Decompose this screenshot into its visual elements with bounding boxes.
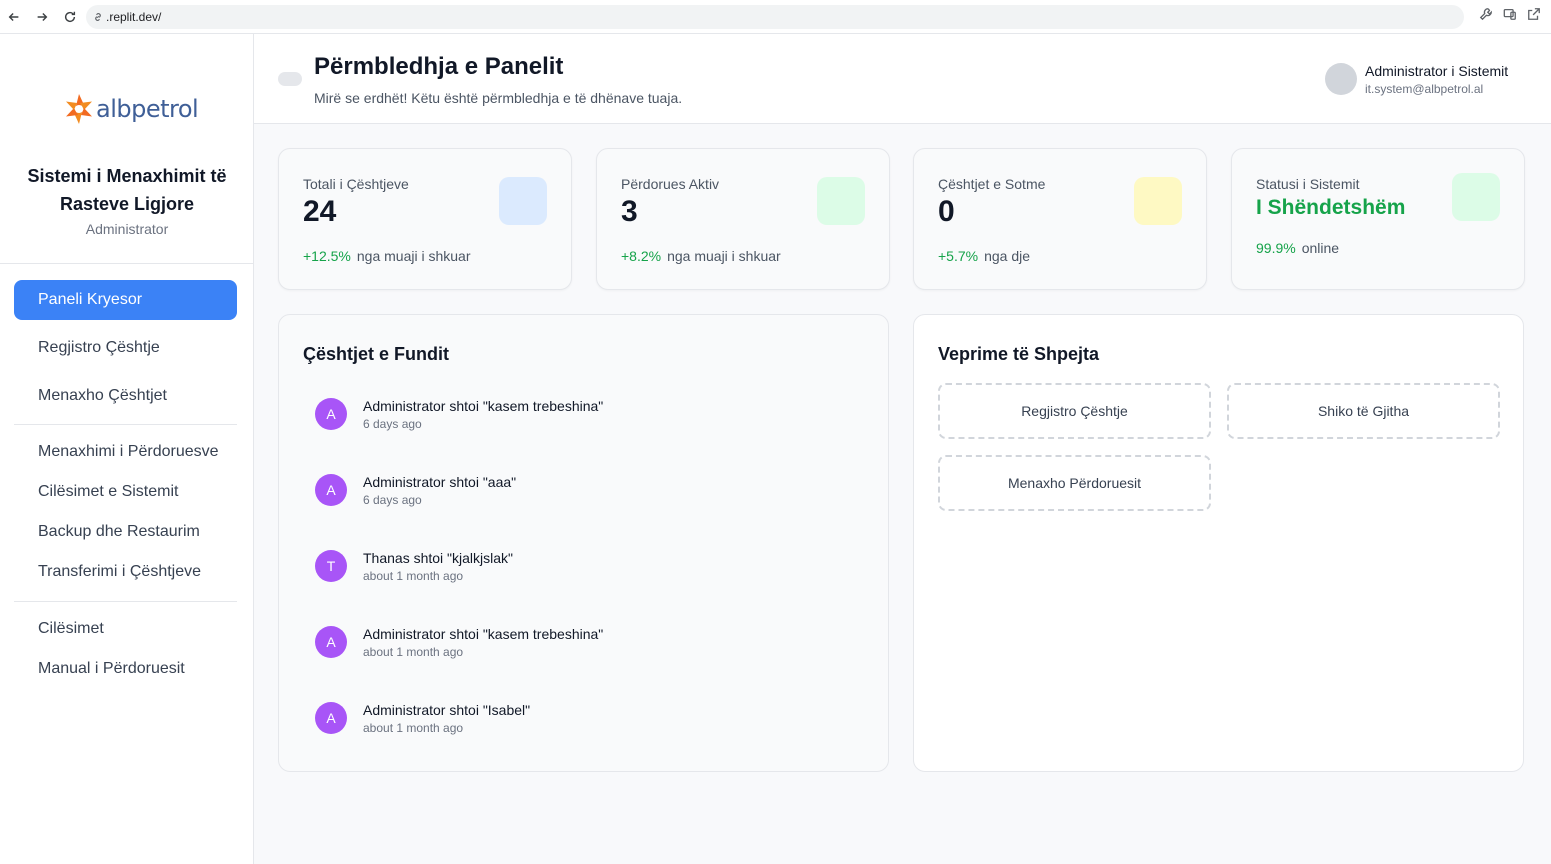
divider <box>14 601 237 602</box>
stat-icon <box>1134 177 1182 225</box>
stat-value: 24 <box>303 195 337 228</box>
open-external-icon[interactable] <box>1527 7 1541 21</box>
stat-card-total-cases: Totali i Çështjeve 24 +12.5% nga muaji i … <box>278 148 572 290</box>
system-title-line1: Sistemi i Menaxhimit të <box>27 166 227 186</box>
activity-text: Administrator shtoi "kasem trebeshina" <box>363 626 604 642</box>
stat-change-value: +8.2% <box>621 248 662 264</box>
sidebar-item-user-management[interactable]: Menaxhimi i Përdoruesve <box>14 432 237 472</box>
stat-label: Çështjet e Sotme <box>938 176 1046 192</box>
recent-cases-panel: Çështjet e Fundit A Administrator shtoi … <box>278 314 889 772</box>
stat-change: 99.9% online <box>1256 240 1339 256</box>
avatar: T <box>315 550 347 582</box>
stat-card-active-users: Përdorues Aktiv 3 +8.2% nga muaji i shkua… <box>596 148 890 290</box>
sidebar-item-register-case[interactable]: Regjistro Çështje <box>14 328 237 368</box>
view-all-button[interactable]: Shiko të Gjitha <box>1227 383 1500 439</box>
logo-text: albpetrol <box>96 95 199 123</box>
sidebar-item-user-manual[interactable]: Manual i Përdoruesit <box>14 649 237 689</box>
sidebar-item-case-transfer[interactable]: Transferimi i Çështjeve <box>14 552 237 592</box>
manage-users-button[interactable]: Menaxho Përdoruesit <box>938 455 1211 511</box>
avatar: A <box>315 474 347 506</box>
stat-change: +12.5% nga muaji i shkuar <box>303 248 471 264</box>
stat-icon <box>1452 173 1500 221</box>
link-icon <box>95 13 101 21</box>
list-item[interactable]: A Administrator shtoi "aaa" 6 days ago <box>303 460 863 520</box>
url-text: .replit.dev/ <box>106 10 162 24</box>
stat-change-text: nga muaji i shkuar <box>356 248 471 264</box>
stat-change-value: 99.9% <box>1256 240 1296 256</box>
avatar: A <box>315 398 347 430</box>
activity-text: Administrator shtoi "Isabel" <box>363 702 531 718</box>
avatar: A <box>315 702 347 734</box>
activity-text: Thanas shtoi "kjalkjslak" <box>363 550 514 566</box>
address-bar[interactable]: .replit.dev/ <box>86 5 1464 29</box>
quick-actions-panel: Veprime të Shpejta Regjistro Çështje Shi… <box>913 314 1524 772</box>
page-title: Përmbledhja e Panelit <box>314 53 564 80</box>
page-subtitle: Mirë se erdhët! Këtu është përmbledhja e… <box>314 90 683 106</box>
stat-change-value: +5.7% <box>938 248 979 264</box>
browser-toolbar: .replit.dev/ <box>0 0 1551 34</box>
stat-card-system-status: Statusi i Sistemit I Shëndetshëm 99.9% on… <box>1231 148 1525 290</box>
panel-title: Çështjet e Fundit <box>303 344 450 364</box>
status-badge: I Shëndetshëm <box>1256 196 1406 219</box>
stat-change: +8.2% nga muaji i shkuar <box>621 248 781 264</box>
activity-time: 6 days ago <box>363 493 422 507</box>
stat-label: Përdorues Aktiv <box>621 176 720 192</box>
divider <box>14 424 237 425</box>
forward-icon[interactable] <box>28 3 56 31</box>
stat-value: 3 <box>621 195 638 228</box>
stat-change-text: online <box>1301 240 1340 256</box>
divider <box>0 263 253 264</box>
activity-time: 6 days ago <box>363 417 422 431</box>
activity-text: Administrator shtoi "kasem trebeshina" <box>363 398 604 414</box>
sidebar-toggle[interactable] <box>278 72 302 86</box>
stat-change: +5.7% nga dje <box>938 248 1030 264</box>
sidebar-item-dashboard[interactable]: Paneli Kryesor <box>14 280 237 320</box>
stat-card-today-cases: Çështjet e Sotme 0 +5.7% nga dje <box>913 148 1207 290</box>
activity-time: about 1 month ago <box>363 721 464 735</box>
page-header: Përmbledhja e Panelit Mirë se erdhët! Kë… <box>254 34 1551 124</box>
stat-change-text: nga muaji i shkuar <box>667 248 781 264</box>
avatar[interactable] <box>1325 63 1357 95</box>
register-case-button[interactable]: Regjistro Çështje <box>938 383 1211 439</box>
user-email: it.system@albpetrol.al <box>1365 82 1484 96</box>
list-item[interactable]: A Administrator shtoi "kasem trebeshina"… <box>303 384 863 444</box>
avatar: A <box>315 626 347 658</box>
stat-change-value: +12.5% <box>303 248 351 264</box>
stat-change-text: nga dje <box>984 248 1031 264</box>
stat-label: Statusi i Sistemit <box>1256 176 1360 192</box>
albpetrol-logo-icon <box>66 94 92 124</box>
logo: albpetrol <box>62 92 199 126</box>
stat-icon <box>817 177 865 225</box>
system-title: Sistemi i Menaxhimit të Rasteve Ligjore <box>0 162 254 218</box>
list-item[interactable]: A Administrator shtoi "Isabel" about 1 m… <box>303 688 863 748</box>
list-item[interactable]: A Administrator shtoi "kasem trebeshina"… <box>303 612 863 672</box>
user-role: Administrator <box>85 221 169 237</box>
reload-icon[interactable] <box>56 3 84 31</box>
sidebar-item-manage-cases[interactable]: Menaxho Çështjet <box>14 376 237 416</box>
sidebar: albpetrol Sistemi i Menaxhimit të Rastev… <box>0 34 254 864</box>
panel-title: Veprime të Shpejta <box>938 344 1100 364</box>
activity-text: Administrator shtoi "aaa" <box>363 474 517 490</box>
stat-value: 0 <box>938 195 955 228</box>
stat-icon <box>499 177 547 225</box>
activity-time: about 1 month ago <box>363 569 464 583</box>
sidebar-item-system-settings[interactable]: Cilësimet e Sistemit <box>14 472 237 512</box>
sidebar-item-settings[interactable]: Cilësimet <box>14 609 237 649</box>
system-title-line2: Rasteve Ligjore <box>59 194 195 214</box>
list-item[interactable]: T Thanas shtoi "kjalkjslak" about 1 mont… <box>303 536 863 596</box>
user-name: Administrator i Sistemit <box>1365 63 1509 79</box>
activity-time: about 1 month ago <box>363 645 464 659</box>
sidebar-item-backup-restore[interactable]: Backup dhe Restaurim <box>14 512 237 552</box>
wrench-icon[interactable] <box>1479 7 1493 21</box>
devices-icon[interactable] <box>1503 7 1517 21</box>
stat-label: Totali i Çështjeve <box>303 176 409 192</box>
back-icon[interactable] <box>0 3 28 31</box>
